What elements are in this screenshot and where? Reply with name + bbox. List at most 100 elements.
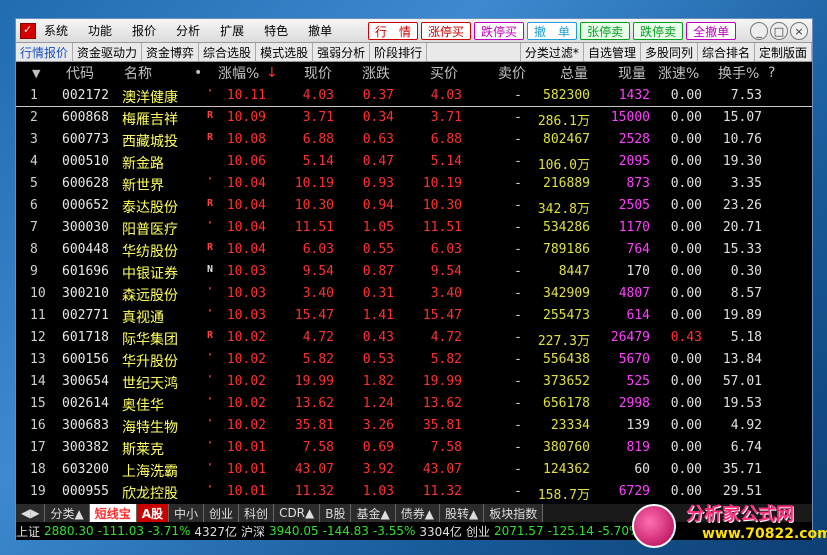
stock-name: 际华集团 <box>122 332 178 348</box>
current-price: 11.51 <box>294 220 334 235</box>
col-price[interactable]: 现价 <box>304 63 332 83</box>
col-change[interactable]: 涨跌 <box>362 63 390 83</box>
category-tab[interactable]: ◀▶ <box>16 504 46 522</box>
limit-down-buy-button[interactable]: 跌停买 <box>474 22 525 40</box>
col-pct[interactable]: 涨幅% <box>218 63 259 83</box>
app-icon[interactable] <box>20 22 36 39</box>
category-tab[interactable]: 中小 <box>169 504 205 522</box>
table-row[interactable]: 13 600156 华升股份 ' 10.02 5.82 0.53 5.82-556438 567… <box>16 349 812 371</box>
tab-multi-stock[interactable]: 多股同列 <box>641 43 698 61</box>
tab-pattern-select[interactable]: 模式选股 <box>256 43 314 61</box>
ask-price: - <box>514 308 522 323</box>
menu-extend[interactable]: 扩展 <box>220 22 244 39</box>
tab-category-filter[interactable]: 分类过滤* <box>521 43 584 61</box>
category-tab[interactable]: CDR▲ <box>274 504 321 522</box>
table-row[interactable]: 18 603200 上海洗霸 ' 10.01 43.07 3.92 43.07-124362 6… <box>16 459 812 481</box>
turnover-rate: 35.71 <box>722 462 762 477</box>
category-tab[interactable]: 债券▲ <box>395 504 440 522</box>
limit-up-sell-button[interactable]: 张停卖 <box>580 22 631 40</box>
table-row[interactable]: 1 002172 澳洋健康 ' 10.11 4.03 0.37 4.03-582300 1432… <box>16 85 812 107</box>
table-row[interactable]: 15 002614 奥佳华 ' 10.02 13.62 1.24 13.62-656178 29… <box>16 393 812 415</box>
col-turnover[interactable]: 换手% <box>718 63 759 83</box>
table-row[interactable]: 8 600448 华纺股份 R 10.04 6.03 0.55 6.03-789186 764 0… <box>16 239 812 261</box>
cancel-order-button[interactable]: 撤 单 <box>527 22 578 40</box>
tab-watchlist[interactable]: 自选管理 <box>584 43 641 61</box>
ask-price: - <box>514 198 522 213</box>
row-index: 19 <box>30 484 46 499</box>
tab-quote[interactable]: 行情报价 <box>16 43 74 61</box>
col-ask[interactable]: 卖价 <box>498 63 526 83</box>
table-row[interactable]: 2 600868 梅雁吉祥 R 10.09 3.71 0.34 3.71-286.1万 1500… <box>16 107 812 129</box>
table-row[interactable]: 14 300654 世纪天鸿 ' 10.02 19.99 1.82 19.99-373652 5… <box>16 371 812 393</box>
quote-button[interactable]: 行 情 <box>368 22 419 40</box>
tab-combo-select[interactable]: 综合选股 <box>199 43 257 61</box>
category-tab[interactable]: 基金▲ <box>351 504 396 522</box>
tab-strength[interactable]: 强弱分析 <box>313 43 371 61</box>
tab-combo-rank[interactable]: 综合排名 <box>698 43 755 61</box>
total-volume: 106.0万 <box>537 158 590 173</box>
table-row[interactable]: 3 600773 西藏城投 R 10.08 6.88 0.63 6.88-802467 2528… <box>16 129 812 151</box>
col-speed[interactable]: 涨速% <box>658 63 699 83</box>
category-tab[interactable]: 短线宝 <box>89 504 137 522</box>
change-pct: 10.04 <box>226 198 266 213</box>
limit-up-buy-button[interactable]: 涨停买 <box>421 22 472 40</box>
current-volume: 873 <box>626 176 650 191</box>
col-volume[interactable]: 总量 <box>560 63 588 83</box>
tab-stage-rank[interactable]: 阶段排行 <box>370 43 428 61</box>
table-row[interactable]: 9 601696 中银证券 N 10.03 9.54 0.87 9.54-8447 170 0.0… <box>16 261 812 283</box>
rise-speed: 0.00 <box>670 110 702 125</box>
menu-system[interactable]: 系统 <box>44 22 68 39</box>
bid-price: 11.32 <box>422 484 462 499</box>
table-row[interactable]: 11 002771 真视通 ' 10.03 15.47 1.41 15.47-255473 61… <box>16 305 812 327</box>
col-name[interactable]: 名称 <box>124 63 152 83</box>
price-change: 0.69 <box>362 440 394 455</box>
sort-desc-icon: ↓ <box>266 65 278 81</box>
category-tab[interactable]: 创业 <box>204 504 240 522</box>
category-tab[interactable]: 科创 <box>239 504 275 522</box>
menu-function[interactable]: 功能 <box>88 22 112 39</box>
price-change: 0.94 <box>362 198 394 213</box>
table-row[interactable]: 17 300382 斯莱克 ' 10.01 7.58 0.69 7.58-380760 819 0… <box>16 437 812 459</box>
table-row[interactable]: 6 000652 泰达股份 R 10.04 10.30 0.94 10.30-342.8万 25… <box>16 195 812 217</box>
category-tab[interactable]: B股 <box>320 504 352 522</box>
table-row[interactable]: 5 600628 新世界 ' 10.04 10.19 0.93 10.19-216889 873… <box>16 173 812 195</box>
row-index: 11 <box>30 308 46 323</box>
sz-index-change: -144.83 <box>322 524 369 538</box>
help-icon[interactable]: ? <box>768 65 775 81</box>
category-tab[interactable]: 股转▲ <box>439 504 485 522</box>
limit-down-sell-button[interactable]: 跌停卖 <box>633 22 684 40</box>
table-row[interactable]: 4 000510 新金路 10.06 5.14 0.47 5.14 -106.0万 2095 0.… <box>16 151 812 173</box>
category-tab[interactable]: A股 <box>136 504 170 522</box>
minimize-icon[interactable]: _ <box>750 22 768 40</box>
col-cur-volume[interactable]: 现量 <box>618 63 646 83</box>
change-pct: 10.01 <box>226 462 266 477</box>
rise-speed: 0.00 <box>670 484 702 499</box>
menu-cancel-order[interactable]: 撤单 <box>308 22 332 39</box>
tab-custom-layout[interactable]: 定制版面 <box>755 43 812 61</box>
current-price: 4.03 <box>302 88 334 103</box>
turnover-rate: 8.57 <box>730 286 762 301</box>
current-price: 3.71 <box>302 110 334 125</box>
close-icon[interactable]: × <box>790 22 808 40</box>
menu-analysis[interactable]: 分析 <box>176 22 200 39</box>
menu-quote[interactable]: 报价 <box>132 22 156 39</box>
table-row[interactable]: 10 300210 森远股份 ' 10.03 3.40 0.31 3.40-342909 480… <box>16 283 812 305</box>
rise-speed: 0.00 <box>670 308 702 323</box>
table-row[interactable]: 12 601718 际华集团 R 10.02 4.72 0.43 4.72-227.3万 264… <box>16 327 812 349</box>
table-row[interactable]: 7 300030 阳普医疗 ' 10.04 11.51 1.05 11.51-534286 11… <box>16 217 812 239</box>
rise-speed: 0.00 <box>670 198 702 213</box>
table-row[interactable]: 16 300683 海特生物 ' 10.02 35.81 3.26 35.81-23334 13… <box>16 415 812 437</box>
col-bid[interactable]: 买价 <box>430 63 458 83</box>
category-tab[interactable]: 分类▲ <box>45 504 90 522</box>
tab-fund-game[interactable]: 资金博弈 <box>142 43 200 61</box>
maximize-icon[interactable]: □ <box>770 22 788 40</box>
sort-menu-icon[interactable]: ▼ <box>32 67 40 80</box>
row-index: 9 <box>30 264 38 279</box>
menu-special[interactable]: 特色 <box>264 22 288 39</box>
category-tab[interactable]: 板块指数 <box>484 504 544 522</box>
tab-fund-drive[interactable]: 资金驱动力 <box>73 43 143 61</box>
cancel-all-button[interactable]: 全撤单 <box>686 22 737 40</box>
change-pct: 10.01 <box>226 440 266 455</box>
col-code[interactable]: 代码 <box>66 63 94 83</box>
stock-code: 600628 <box>62 176 109 191</box>
